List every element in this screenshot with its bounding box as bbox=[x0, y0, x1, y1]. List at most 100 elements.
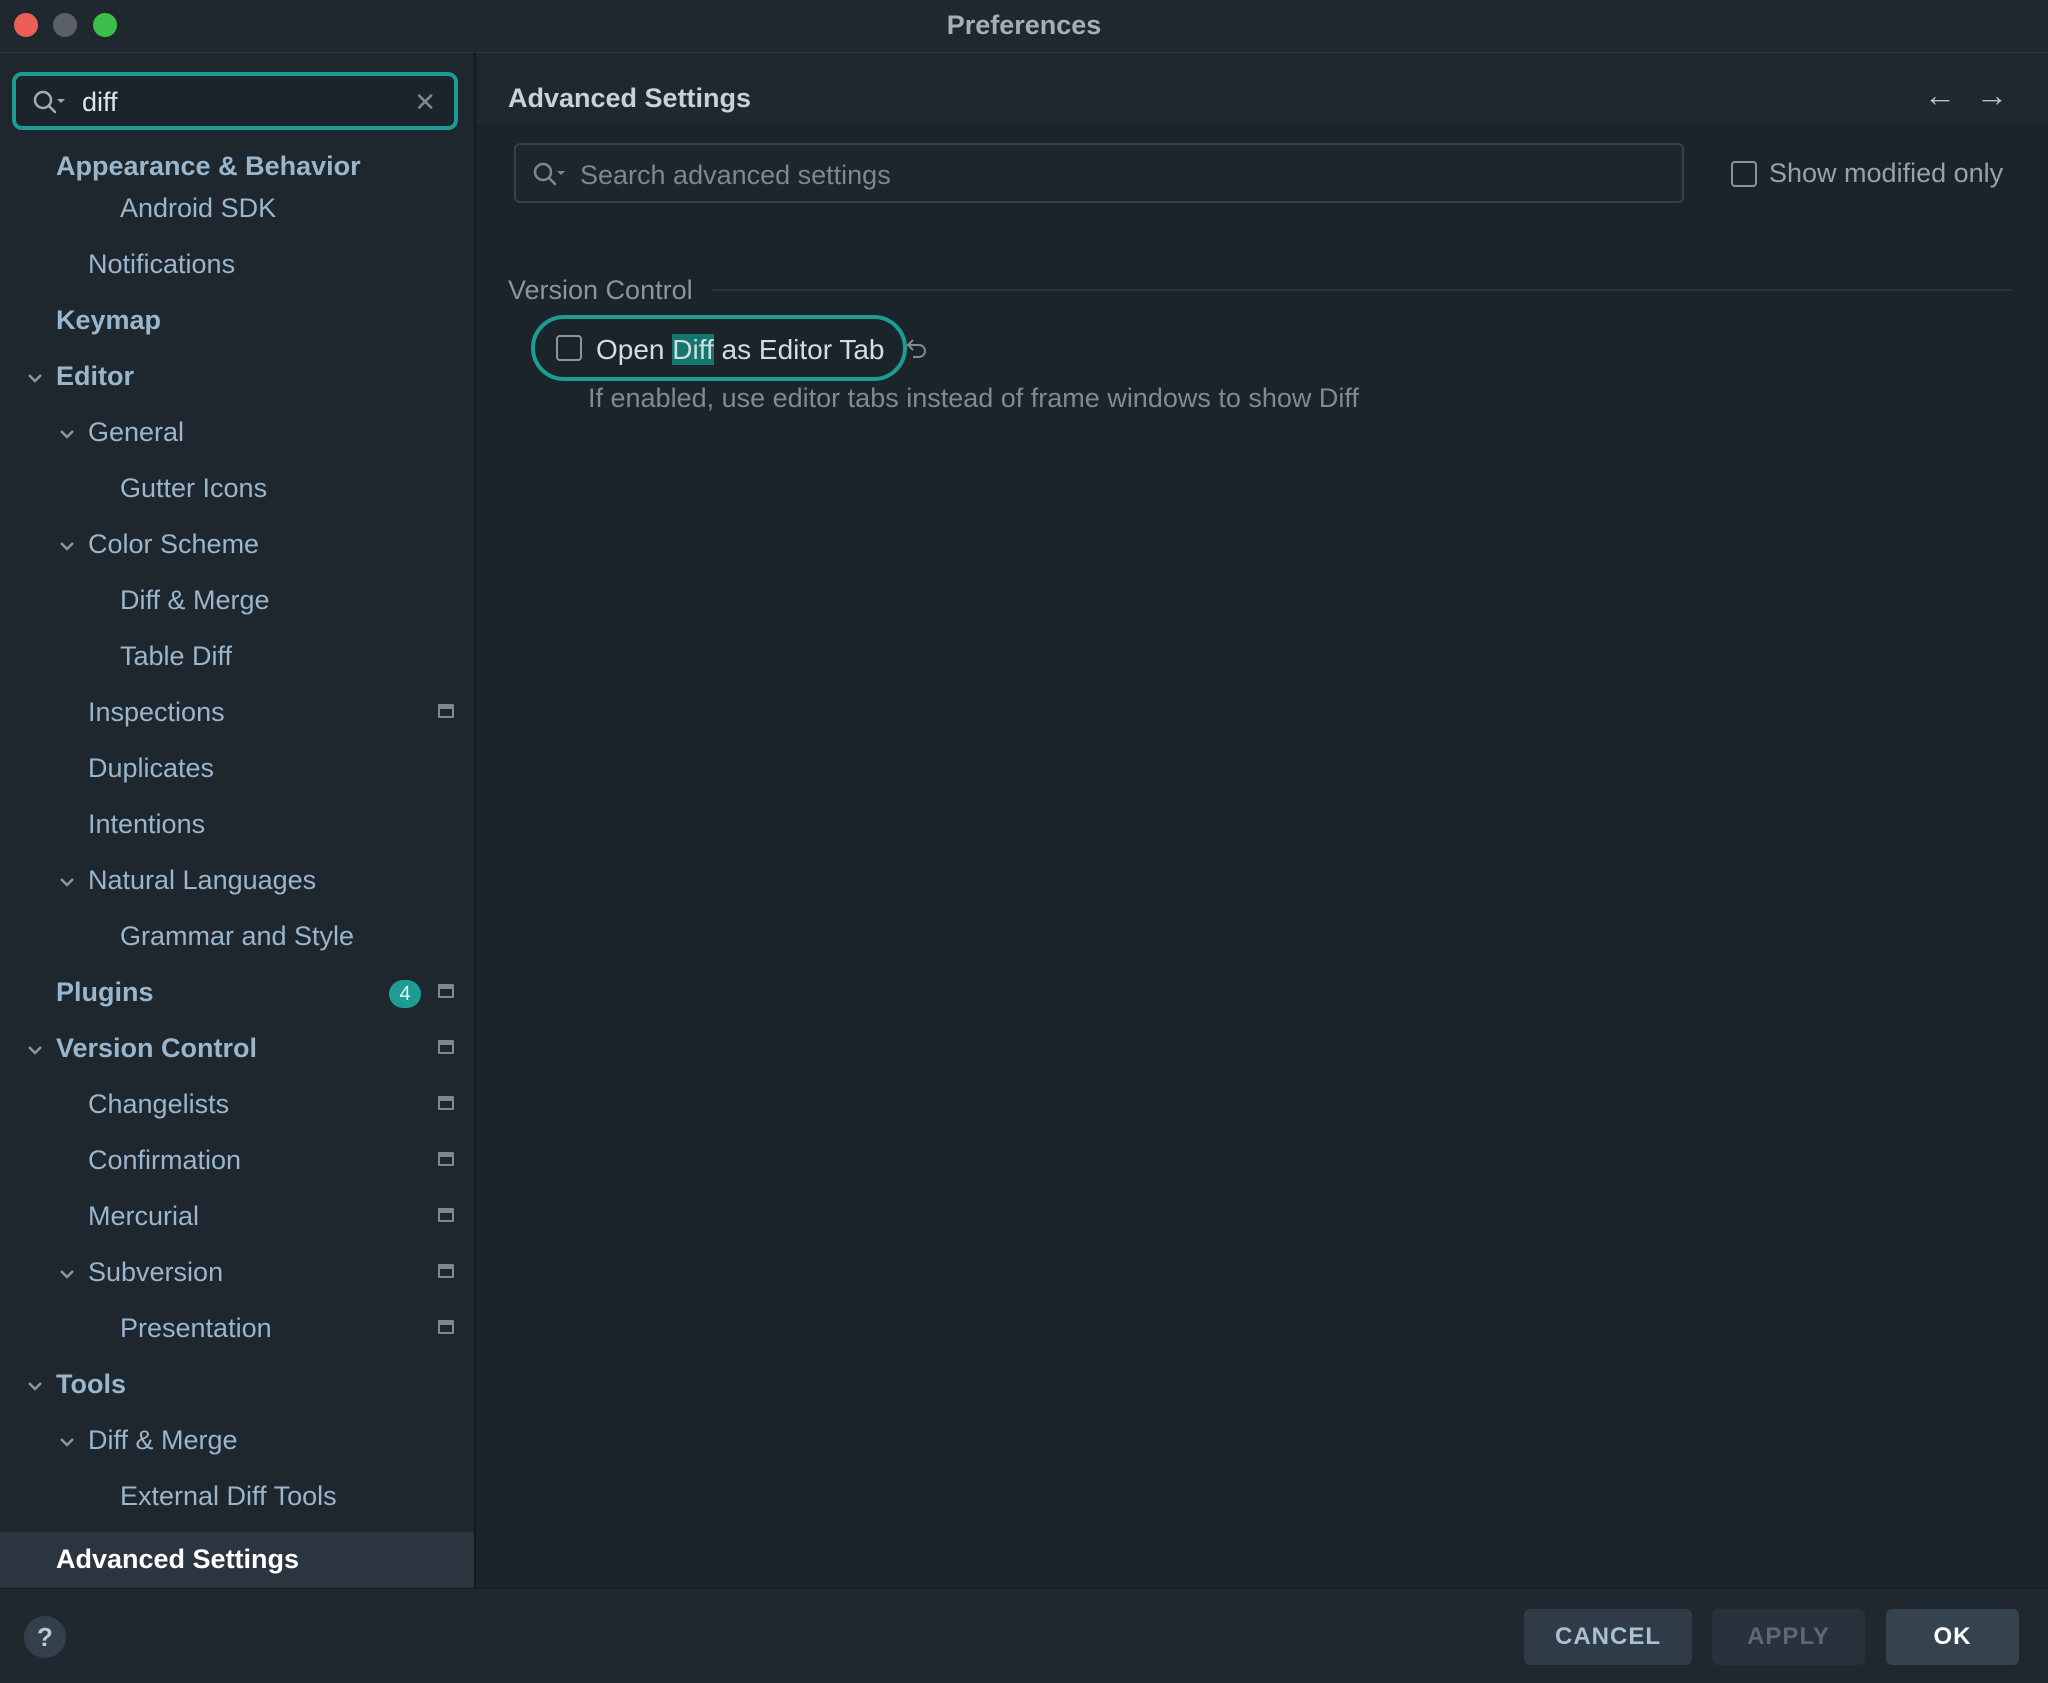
tree-item-inspections[interactable]: Inspections bbox=[0, 685, 474, 741]
project-scope-icon bbox=[438, 1264, 454, 1278]
tree-item-label: Notifications bbox=[88, 249, 236, 279]
tree-item-external-diff-tools[interactable]: External Diff Tools bbox=[0, 1469, 474, 1525]
tree-item-color-scheme-diff-merge[interactable]: Diff & Merge bbox=[0, 573, 474, 629]
tree-item-label: Plugins bbox=[56, 977, 154, 1007]
page-title: Advanced Settings bbox=[508, 83, 752, 113]
settings-search-box[interactable]: ✕ bbox=[12, 72, 458, 130]
plugins-update-badge: 4 bbox=[389, 980, 421, 1008]
tree-item-natural-languages[interactable]: Natural Languages bbox=[0, 853, 474, 909]
tree-item-editor[interactable]: Editor bbox=[0, 349, 474, 405]
advanced-settings-search-input[interactable] bbox=[578, 157, 1662, 193]
ok-button[interactable]: OK bbox=[1886, 1609, 2019, 1665]
project-scope-icon bbox=[438, 984, 454, 998]
project-scope-icon bbox=[438, 1208, 454, 1222]
tree-item-label: Advanced Settings bbox=[56, 1544, 300, 1574]
tree-item-presentation[interactable]: Presentation bbox=[0, 1301, 474, 1357]
tree-item-advanced-settings[interactable]: Advanced Settings bbox=[0, 1532, 474, 1588]
open-diff-as-editor-tab-label[interactable]: Open Diff as Editor Tab bbox=[596, 334, 884, 366]
open-diff-as-editor-tab-checkbox[interactable] bbox=[556, 335, 582, 361]
project-scope-icon bbox=[438, 1152, 454, 1166]
search-icon[interactable] bbox=[32, 89, 66, 120]
search-match-highlight: Diff bbox=[672, 334, 714, 365]
tree-item-label: Keymap bbox=[56, 305, 162, 335]
tree-item-label: Tools bbox=[56, 1369, 126, 1399]
show-modified-only-label[interactable]: Show modified only bbox=[1769, 158, 2003, 189]
tree-item-label: Natural Languages bbox=[88, 865, 317, 895]
tree-item-keymap[interactable]: Keymap bbox=[0, 293, 474, 349]
chevron-down-icon[interactable] bbox=[24, 367, 46, 389]
project-scope-icon bbox=[438, 1040, 454, 1054]
chevron-down-icon[interactable] bbox=[24, 1039, 46, 1061]
project-scope-icon bbox=[438, 704, 454, 718]
help-button[interactable]: ? bbox=[24, 1616, 66, 1658]
settings-content-panel: Advanced Settings ← → Show modified only… bbox=[476, 53, 2048, 1588]
chevron-down-icon[interactable] bbox=[56, 1431, 78, 1453]
window-title: Preferences bbox=[946, 10, 1102, 40]
tree-item-intentions[interactable]: Intentions bbox=[0, 797, 474, 853]
apply-button[interactable]: APPLY bbox=[1712, 1609, 1865, 1665]
tree-item-label: Appearance & Behavior bbox=[56, 151, 361, 181]
chevron-down-icon[interactable] bbox=[56, 1263, 78, 1285]
tree-item-confirmation[interactable]: Confirmation bbox=[0, 1133, 474, 1189]
tree-item-label: Mercurial bbox=[88, 1201, 200, 1231]
reset-icon[interactable] bbox=[904, 335, 930, 366]
tree-item-color-scheme[interactable]: Color Scheme bbox=[0, 517, 474, 573]
tree-item-label: Editor bbox=[56, 361, 134, 391]
tree-item-subversion[interactable]: Subversion bbox=[0, 1245, 474, 1301]
tree-item-table-diff[interactable]: Table Diff bbox=[0, 629, 474, 685]
tree-item-label: Diff & Merge bbox=[120, 585, 270, 615]
title-bar: Preferences bbox=[0, 0, 2048, 53]
forward-arrow-icon[interactable]: → bbox=[1976, 77, 2008, 114]
tree-item-mercurial[interactable]: Mercurial bbox=[0, 1189, 474, 1245]
show-modified-only-checkbox[interactable] bbox=[1731, 161, 1757, 187]
tree-item-label: Presentation bbox=[120, 1313, 272, 1343]
tree-item-label: Subversion bbox=[88, 1257, 224, 1287]
tree-item-label: Version Control bbox=[56, 1033, 258, 1063]
tree-item-label: Changelists bbox=[88, 1089, 230, 1119]
content-header: Advanced Settings ← → bbox=[476, 53, 2048, 125]
chevron-down-icon[interactable] bbox=[24, 1375, 46, 1397]
tree-item-general[interactable]: General bbox=[0, 405, 474, 461]
search-icon[interactable] bbox=[532, 161, 566, 192]
tree-item-android-sdk[interactable]: Android SDK bbox=[0, 181, 474, 237]
tree-item-notifications[interactable]: Notifications bbox=[0, 237, 474, 293]
advanced-settings-search-box[interactable] bbox=[514, 143, 1684, 203]
setting-description: If enabled, use editor tabs instead of f… bbox=[588, 383, 1359, 413]
section-title: Version Control bbox=[508, 275, 693, 305]
settings-search-input[interactable] bbox=[80, 84, 414, 120]
tree-item-label: Table Diff bbox=[120, 641, 233, 671]
tree-item-tools[interactable]: Tools bbox=[0, 1357, 474, 1413]
tree-item-label: Confirmation bbox=[88, 1145, 242, 1175]
clear-icon[interactable]: ✕ bbox=[414, 87, 436, 118]
tree-item-label: Inspections bbox=[88, 697, 225, 727]
tree-item-label: Gutter Icons bbox=[120, 473, 268, 503]
back-arrow-icon[interactable]: ← bbox=[1924, 77, 1956, 114]
tree-item-label: Android SDK bbox=[120, 193, 277, 223]
tree-item-label: Intentions bbox=[88, 809, 206, 839]
tree-item-label: Grammar and Style bbox=[120, 921, 355, 951]
setting-label-suffix: as Editor Tab bbox=[713, 334, 885, 365]
chevron-down-icon[interactable] bbox=[56, 423, 78, 445]
project-scope-icon bbox=[438, 1096, 454, 1110]
tree-item-label: Duplicates bbox=[88, 753, 215, 783]
tree-item-version-control[interactable]: Version Control bbox=[0, 1021, 474, 1077]
dialog-footer: ? CANCEL APPLY OK bbox=[0, 1588, 2048, 1683]
tree-item-label: General bbox=[88, 417, 185, 447]
setting-label-prefix: Open bbox=[596, 334, 673, 365]
project-scope-icon bbox=[438, 1320, 454, 1334]
chevron-down-icon[interactable] bbox=[56, 871, 78, 893]
section-divider bbox=[712, 289, 2012, 291]
tree-item-label: External Diff Tools bbox=[120, 1481, 337, 1511]
tree-item-label: Diff & Merge bbox=[88, 1425, 238, 1455]
tree-item-changelists[interactable]: Changelists bbox=[0, 1077, 474, 1133]
chevron-down-icon[interactable] bbox=[56, 535, 78, 557]
settings-sidebar: ✕ Appearance & Behavior Android SDK Noti… bbox=[0, 53, 476, 1588]
preferences-window: Preferences ✕ Appearance & Behavior Andr… bbox=[0, 0, 2048, 1683]
tree-item-gutter-icons[interactable]: Gutter Icons bbox=[0, 461, 474, 517]
tree-item-plugins[interactable]: Plugins 4 bbox=[0, 965, 474, 1021]
tree-item-duplicates[interactable]: Duplicates bbox=[0, 741, 474, 797]
tree-item-tools-diff-merge[interactable]: Diff & Merge bbox=[0, 1413, 474, 1469]
cancel-button[interactable]: CANCEL bbox=[1524, 1609, 1692, 1665]
tree-item-grammar-and-style[interactable]: Grammar and Style bbox=[0, 909, 474, 965]
tree-item-label: Color Scheme bbox=[88, 529, 260, 559]
